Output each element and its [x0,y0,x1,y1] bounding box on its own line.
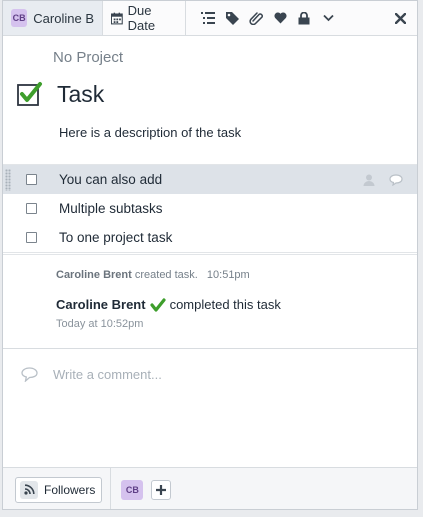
due-date-button[interactable]: Due Date [103,1,186,35]
followers-button[interactable]: Followers [15,476,103,503]
comment-icon[interactable] [389,173,403,186]
subtask-checkbox[interactable] [26,203,37,214]
task-complete-checkbox[interactable] [17,81,42,106]
task-description[interactable]: Here is a description of the task [59,125,241,140]
comment-icon [21,367,38,382]
rss-icon [20,480,38,499]
activity-author[interactable]: Caroline Brent [56,297,146,312]
activity-feed: Caroline Brent created task. 10:51pm Car… [3,254,417,349]
subtask-row[interactable]: You can also add [3,165,417,194]
plus-icon [156,484,167,495]
subtask-checkbox[interactable] [26,174,37,185]
tag-icon[interactable] [220,6,244,30]
lock-icon[interactable] [292,6,316,30]
project-label[interactable]: No Project [53,49,123,66]
attachment-icon[interactable] [244,6,268,30]
assign-user-icon[interactable] [363,174,375,186]
activity-time: Today at 10:52pm [56,318,144,330]
follower-avatar[interactable]: CB [121,479,144,500]
followers-label: Followers [44,482,96,497]
subtask-actions [363,173,403,186]
task-toolbar: CB Caroline B Due Date [3,1,417,36]
subtask-label[interactable]: Multiple subtasks [59,201,163,216]
add-follower-button[interactable] [151,479,172,500]
subtask-row[interactable]: To one project task [3,223,417,252]
activity-time: 10:51pm [206,269,250,281]
drag-handle-icon[interactable] [5,169,11,191]
calendar-icon [111,12,123,24]
due-date-label: Due Date [127,3,156,33]
chevron-down-icon[interactable] [316,6,340,30]
task-detail-panel: CB Caroline B Due Date No Project Task H… [2,0,418,510]
toolbar-actions [186,1,340,35]
subtask-list: You can also add Multiple subtasks To on… [3,164,417,253]
subtask-row[interactable]: Multiple subtasks [3,194,417,223]
followers-bar: Followers CB [3,467,417,509]
close-icon[interactable] [389,7,411,29]
activity-text: created task. [134,269,198,281]
activity-text: completed this task [169,297,281,312]
checkmark-icon [149,297,166,312]
activity-completed: Caroline Brent completed this task [56,297,281,312]
assignee-button[interactable]: CB Caroline B [3,1,103,35]
assignee-name: Caroline B [33,10,94,26]
subtask-label[interactable]: To one project task [59,230,172,245]
comment-input[interactable] [53,367,393,382]
comment-area [3,349,417,467]
subtasks-icon[interactable] [196,6,220,30]
activity-author[interactable]: Caroline Brent [56,269,132,281]
heart-icon[interactable] [268,6,292,30]
subtask-label[interactable]: You can also add [59,172,162,187]
task-title[interactable]: Task [57,81,104,108]
checkmark-icon [17,82,42,106]
assignee-avatar: CB [11,9,28,27]
subtask-checkbox[interactable] [26,232,37,243]
footer-divider [110,467,112,509]
activity-created: Caroline Brent created task. 10:51pm [56,269,250,281]
